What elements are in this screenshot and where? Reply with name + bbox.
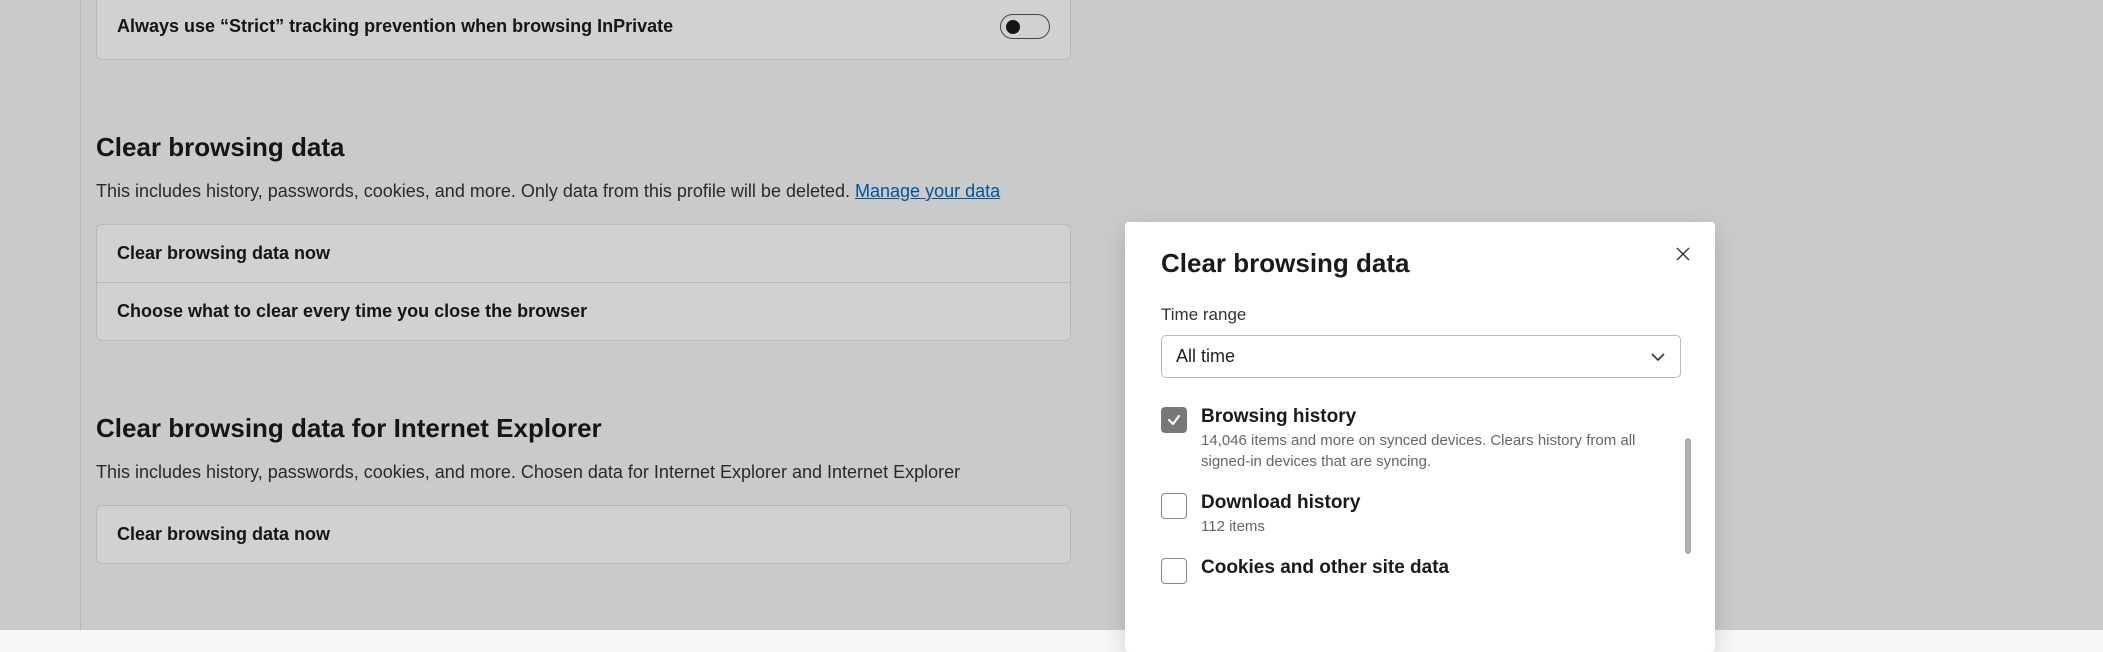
check-item-cookies: Cookies and other site data: [1161, 557, 1681, 584]
checkbox-browsing-history[interactable]: [1161, 407, 1187, 433]
checkbox-download-history[interactable]: [1161, 493, 1187, 519]
check-item-browsing-history: Browsing history 14,046 items and more o…: [1161, 406, 1681, 472]
dialog-item-list: Browsing history 14,046 items and more o…: [1161, 406, 1681, 584]
checkbox-cookies[interactable]: [1161, 558, 1187, 584]
item-title: Browsing history: [1201, 406, 1641, 428]
item-sub: 112 items: [1201, 516, 1360, 537]
scrollbar-thumb[interactable]: [1685, 438, 1691, 554]
time-range-label: Time range: [1161, 305, 1679, 325]
dialog-title: Clear browsing data: [1161, 248, 1679, 279]
item-title: Cookies and other site data: [1201, 557, 1449, 579]
item-title: Download history: [1201, 492, 1360, 514]
time-range-value: All time: [1176, 346, 1235, 367]
chevron-down-icon: [1650, 349, 1666, 365]
clear-browsing-dialog: Clear browsing data Time range All time …: [1125, 222, 1715, 652]
modal-overlay: [0, 0, 2103, 630]
close-icon: [1675, 246, 1691, 262]
close-button[interactable]: [1669, 240, 1697, 268]
item-sub: 14,046 items and more on synced devices.…: [1201, 430, 1641, 472]
check-item-download-history: Download history 112 items: [1161, 492, 1681, 537]
time-range-select[interactable]: All time: [1161, 335, 1681, 378]
